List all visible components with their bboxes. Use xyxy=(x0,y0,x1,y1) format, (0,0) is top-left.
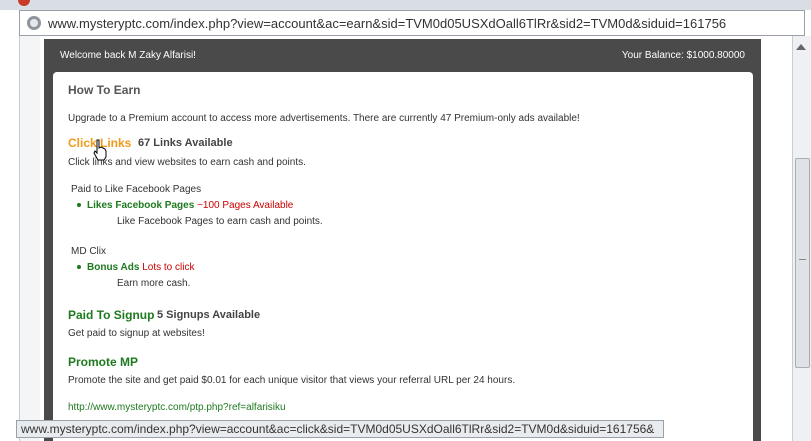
page-left-margin xyxy=(20,36,40,441)
welcome-text: Welcome back M Zaky Alfarisi! xyxy=(60,50,196,61)
page-viewport: Welcome back M Zaky Alfarisi! Your Balan… xyxy=(19,36,793,441)
address-url[interactable]: www.mysteryptc.com/index.php?view=accoun… xyxy=(48,16,726,31)
earn-panel: How To Earn Upgrade to a Premium account… xyxy=(53,72,753,441)
bullet-icon xyxy=(77,265,81,270)
promote-mp-link[interactable]: Promote MP xyxy=(68,355,138,369)
upgrade-text: Upgrade to a Premium account to access m… xyxy=(68,113,580,124)
signup-desc: Get paid to signup at websites! xyxy=(68,328,205,339)
mdclix-item-extra: Lots to click xyxy=(142,262,195,273)
close-button[interactable] xyxy=(18,0,30,6)
scrollbar-thumb[interactable] xyxy=(795,158,810,368)
paid-to-signup-link[interactable]: Paid To Signup xyxy=(68,308,154,322)
site-container: Welcome back M Zaky Alfarisi! Your Balan… xyxy=(44,39,761,441)
mdclix-item[interactable]: Bonus Ads Lots to click xyxy=(77,262,194,273)
referral-url[interactable]: http://www.mysteryptc.com/ptp.php?ref=al… xyxy=(68,402,286,413)
facebook-item-label[interactable]: Likes Facebook Pages xyxy=(87,200,194,211)
mdclix-item-desc: Earn more cash. xyxy=(117,278,191,289)
facebook-item[interactable]: Likes Facebook Pages ~100 Pages Availabl… xyxy=(77,200,293,211)
promote-desc: Promote the site and get paid $0.01 for … xyxy=(68,375,516,386)
address-bar[interactable]: www.mysteryptc.com/index.php?view=accoun… xyxy=(19,10,805,36)
bullet-icon xyxy=(77,203,81,208)
globe-icon xyxy=(27,16,41,30)
click-links-count: 67 Links Available xyxy=(138,137,233,149)
status-bar: www.mysteryptc.com/index.php?view=accoun… xyxy=(16,420,664,438)
hand-pointer-icon xyxy=(93,139,107,161)
facebook-item-extra: ~100 Pages Available xyxy=(197,200,294,211)
mdclix-section-title: MD Clix xyxy=(71,246,106,257)
scroll-up-arrow-icon[interactable] xyxy=(796,44,806,50)
vertical-scrollbar[interactable] xyxy=(792,36,811,441)
balance-text: Your Balance: $1000.80000 xyxy=(621,50,745,61)
site-topbar: Welcome back M Zaky Alfarisi! Your Balan… xyxy=(44,39,761,71)
browser-top-bar xyxy=(0,0,811,10)
facebook-item-desc: Like Facebook Pages to earn cash and poi… xyxy=(117,216,323,227)
facebook-section-title: Paid to Like Facebook Pages xyxy=(71,184,202,195)
page-title: How To Earn xyxy=(68,83,141,97)
mdclix-item-label[interactable]: Bonus Ads xyxy=(87,262,139,273)
grip-icon xyxy=(799,259,806,260)
signup-count: 5 Signups Available xyxy=(157,309,261,321)
